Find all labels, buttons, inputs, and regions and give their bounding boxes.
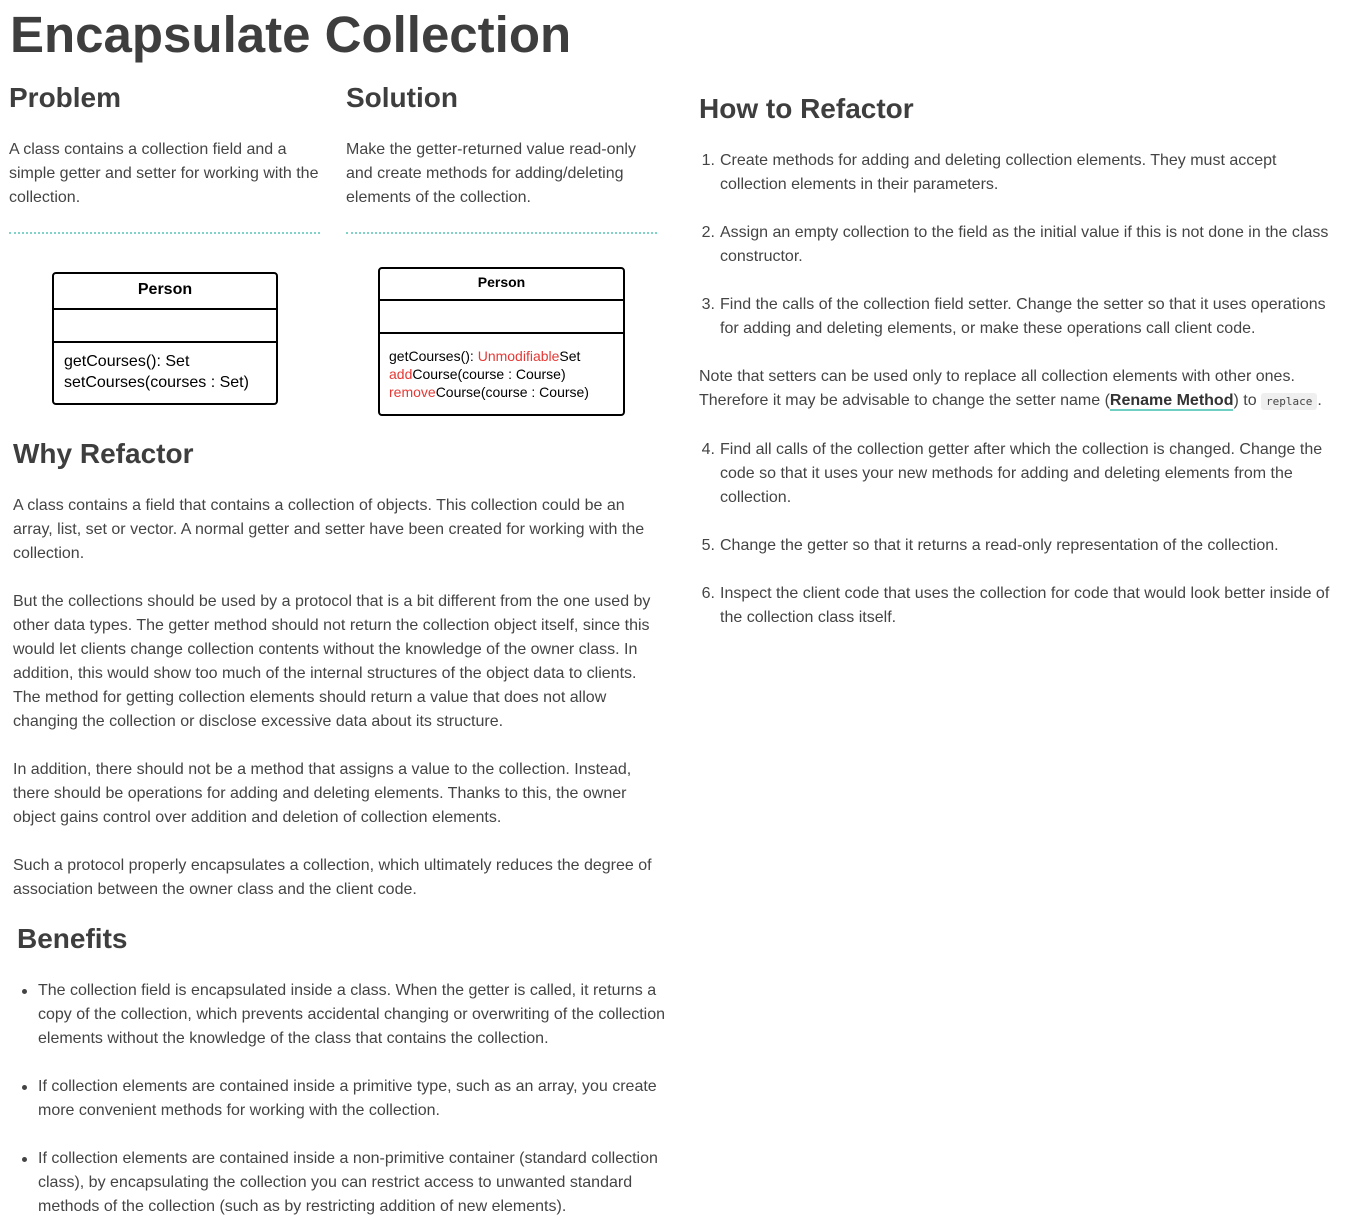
solution-heading: Solution bbox=[346, 82, 458, 113]
benefits-heading: Benefits bbox=[17, 923, 128, 954]
uml-method: getCourses(): Set bbox=[64, 353, 190, 370]
list-item: The collection field is encapsulated ins… bbox=[13, 979, 668, 1051]
uml-class-after: Person getCourses(): UnmodifiableSet add… bbox=[378, 267, 625, 416]
uml-attributes bbox=[380, 301, 623, 334]
uml-method-add: addCourse(course : Course) bbox=[389, 366, 566, 382]
bullet-icon bbox=[22, 1157, 27, 1162]
why-paragraph: But the collections should be used by a … bbox=[13, 593, 651, 730]
problem-text: A class contains a collection field and … bbox=[9, 141, 319, 206]
uml-method-remove: removeCourse(course : Course) bbox=[389, 384, 589, 400]
code-snippet: replace bbox=[1261, 393, 1318, 410]
why-body: A class contains a field that contains a… bbox=[13, 494, 663, 902]
setter-note: Note that setters can be used only to re… bbox=[699, 368, 1322, 411]
uml-methods: getCourses(): UnmodifiableSet addCourse(… bbox=[380, 334, 623, 401]
bullet-icon bbox=[22, 989, 27, 994]
page-title: Encapsulate Collection bbox=[10, 6, 572, 63]
why-heading: Why Refactor bbox=[13, 438, 194, 469]
step-item: 1. Create methods for adding and deleting… bbox=[701, 152, 1277, 193]
step-item: 4. Find all calls of the collection gette… bbox=[701, 441, 1323, 506]
why-paragraph: Such a protocol properly encapsulates a … bbox=[13, 857, 652, 898]
uml-class-name: Person bbox=[54, 274, 276, 310]
how-body: 1. Create methods for adding and deleting… bbox=[699, 149, 1339, 630]
steps-list: 1. Create methods for adding and deleting… bbox=[699, 149, 1339, 341]
solution-divider bbox=[346, 232, 657, 234]
problem-heading: Problem bbox=[9, 82, 122, 113]
uml-attributes bbox=[54, 310, 276, 343]
steps-list-continued: 4. Find all calls of the collection gette… bbox=[699, 438, 1339, 630]
why-paragraph: A class contains a field that contains a… bbox=[13, 497, 645, 562]
rename-method-link[interactable]: Rename Method bbox=[1109, 392, 1234, 411]
benefits-list: The collection field is encapsulated ins… bbox=[13, 979, 668, 1219]
list-item: If collection elements are contained ins… bbox=[13, 1075, 668, 1123]
step-item: 5. Change the getter so that it returns a… bbox=[701, 537, 1279, 554]
uml-class-name: Person bbox=[380, 269, 623, 301]
uml-methods: getCourses(): Set setCourses(courses : S… bbox=[54, 343, 276, 393]
why-paragraph: In addition, there should not be a metho… bbox=[13, 761, 632, 826]
step-item: 3. Find the calls of the collection field… bbox=[701, 296, 1326, 337]
problem-divider bbox=[9, 232, 320, 234]
uml-method: setCourses(courses : Set) bbox=[64, 374, 249, 391]
list-item: If collection elements are contained ins… bbox=[13, 1147, 668, 1219]
how-heading: How to Refactor bbox=[699, 93, 914, 124]
uml-class-before: Person getCourses(): Set setCourses(cour… bbox=[52, 272, 278, 405]
bullet-icon bbox=[22, 1085, 27, 1090]
solution-text: Make the getter-returned value read-only… bbox=[346, 141, 636, 206]
step-item: 6. Inspect the client code that uses the … bbox=[701, 585, 1330, 626]
step-item: 2. Assign an empty collection to the fiel… bbox=[701, 224, 1329, 265]
uml-method-get: getCourses(): UnmodifiableSet bbox=[389, 348, 581, 364]
